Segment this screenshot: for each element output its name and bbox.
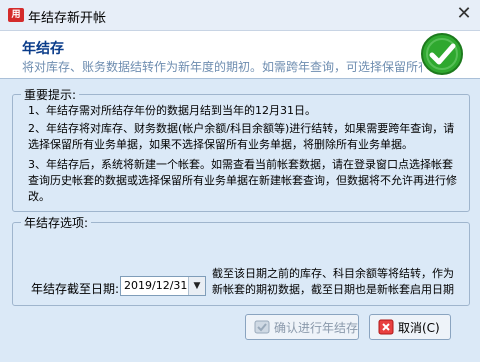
options-label: 年结存选项: [21,214,92,231]
date-picker[interactable]: 2019/12/31 ▼ [120,276,206,296]
date-description: 截至该日期之前的库存、科目余额等将结转，作为新帐套的期初数据，截至日期也是新帐套… [212,267,454,296]
header-title: 年结存 [22,41,64,57]
close-button[interactable]: ✕ [452,2,476,26]
notes-label: 重要提示: [21,86,80,103]
date-label: 年结存截至日期: [31,282,120,296]
window-title: 年结存新开帐 [28,11,107,26]
header-subtitle: 将对库存、账务数据结转作为新年度的期初。如需跨年查询，可选择保留所有单据 [22,60,422,74]
confirm-year-end-button[interactable]: 确认进行年结存 [245,314,359,340]
header-banner: 年结存 将对库存、账务数据结转作为新年度的期初。如需跨年查询，可选择保留所有单据 [0,31,480,79]
note-line-2: 2、年结存将对库存、财务数据(帐户余额/科目余额等)进行结转，如果需要跨年查询，… [28,122,455,151]
cancel-button[interactable]: 取消(C) [369,314,451,340]
title-bar: 用 年结存新开帐 ✕ [0,0,480,31]
cancel-button-label: 取消(C) [398,321,440,335]
note-line-1: 1、年结存需对所结存年份的数据月结到当年的12月31日。 [28,104,316,117]
cancel-icon [378,319,394,335]
check-circle-icon [421,33,463,75]
note-line-3: 3、年结存后，系统将新建一个帐套。如需查看当前帐套数据，请在登录窗口点选择帐套查… [28,158,457,203]
confirm-icon [254,320,270,334]
chevron-down-icon[interactable]: ▼ [188,277,205,295]
confirm-button-label: 确认进行年结存 [274,321,359,335]
app-icon: 用 [8,8,24,22]
date-value[interactable]: 2019/12/31 [124,279,187,292]
